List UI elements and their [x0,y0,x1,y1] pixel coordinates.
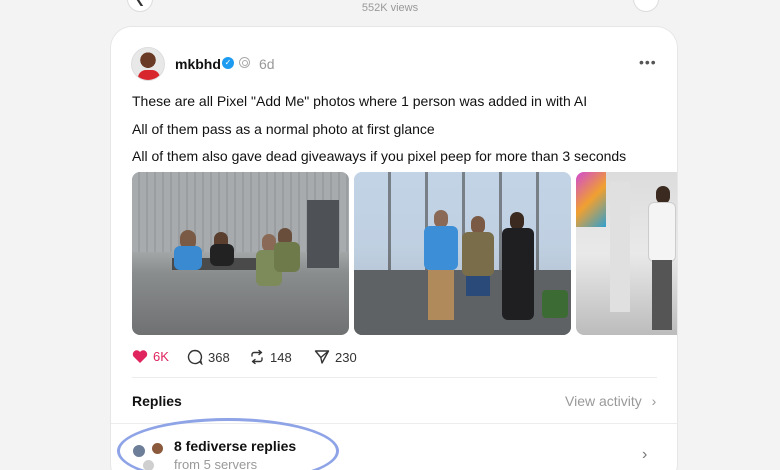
divider [132,377,657,378]
comment-icon [187,349,203,365]
post-text-line-1: These are all Pixel "Add Me" photos wher… [132,93,588,109]
post-text-line-3: All of them also gave dead giveaways if … [132,148,627,164]
post-more-button[interactable]: ••• [639,54,657,70]
share-button[interactable]: 230 [314,349,357,365]
chevron-right-icon: › [642,446,648,463]
author-name[interactable]: mkbhd [175,56,221,72]
verified-badge-icon: ✓ [222,57,234,69]
like-button[interactable]: 6K [132,349,169,364]
view-activity-label: View activity [565,393,642,409]
repost-button[interactable]: 148 [249,349,292,365]
photo-2[interactable] [354,172,571,335]
post-card: mkbhd ✓ 6d ••• These are all Pixel "Add … [110,26,678,470]
like-count: 6K [153,349,169,364]
heart-icon [132,350,148,363]
share-count: 230 [335,349,357,365]
fediverse-icon [239,57,250,68]
comment-button[interactable]: 368 [187,349,230,365]
send-icon [314,350,330,364]
photo-1[interactable] [132,172,349,335]
top-strip: ❮ 552K views ••• [0,0,780,22]
ellipsis-icon: ••• [641,0,652,5]
post-text-line-2: All of them pass as a normal photo at fi… [132,121,435,137]
repost-count: 148 [270,349,292,365]
post-time: 6d [259,56,275,72]
photo-3[interactable] [576,172,677,335]
view-activity-link[interactable]: View activity › [565,393,656,409]
repost-icon [251,349,263,365]
avatar[interactable] [131,47,165,81]
chevron-right-icon: › [651,393,657,409]
photo-carousel[interactable] [132,172,677,335]
views-count: 552K views [361,2,419,14]
replies-heading: Replies [132,393,182,409]
comment-count: 368 [208,349,230,365]
